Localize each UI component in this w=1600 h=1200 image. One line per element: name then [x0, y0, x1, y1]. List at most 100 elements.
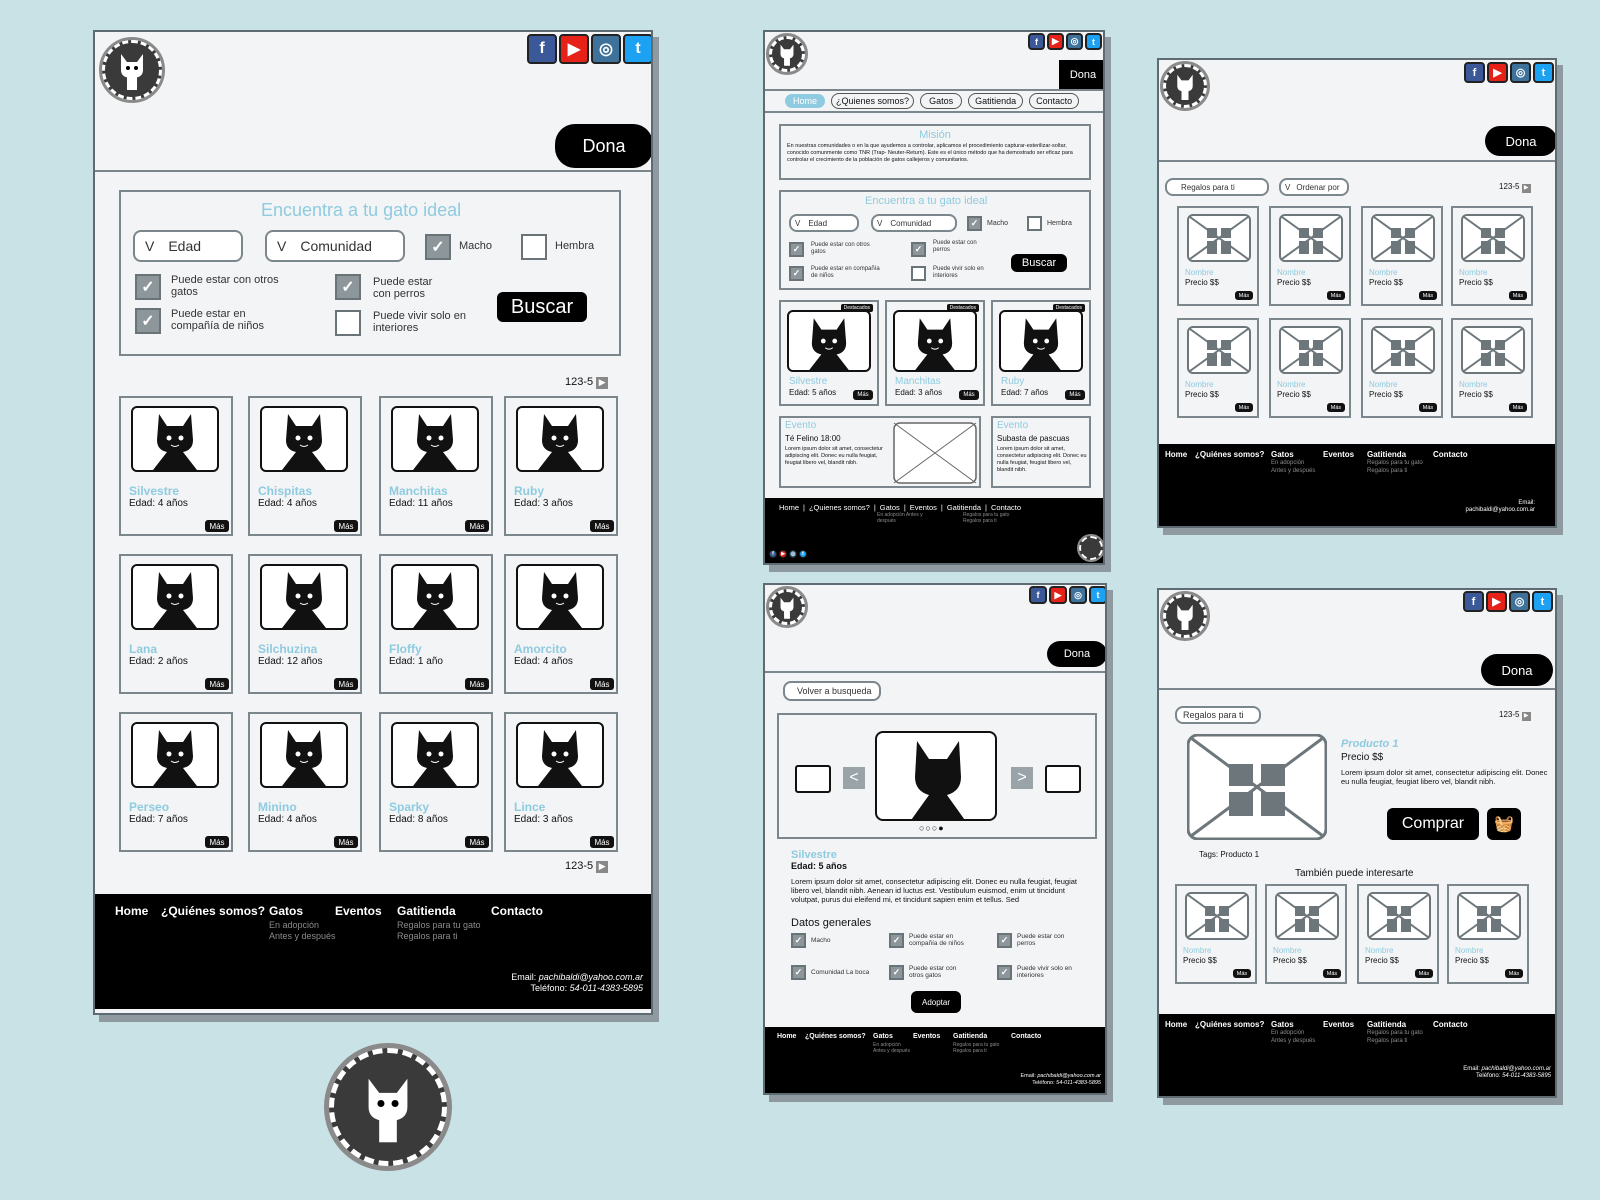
perros-checkbox[interactable]: ✓ — [911, 242, 926, 257]
cat-card[interactable]: Ruby Edad: 3 años Más — [504, 396, 618, 536]
footer-contacto[interactable]: Contacto — [1433, 1020, 1468, 1029]
mas-button[interactable]: Más — [1415, 969, 1433, 978]
footer-gatitienda[interactable]: Gatitienda — [1367, 1020, 1406, 1029]
cat-card[interactable]: Minino Edad: 4 años Más — [248, 712, 362, 852]
pagination[interactable]: 123-5 ▶ — [1499, 710, 1531, 721]
footer-eventos[interactable]: Eventos — [1323, 450, 1354, 459]
cat-card[interactable]: Floffy Edad: 1 año Más — [379, 554, 493, 694]
mas-button[interactable]: Más — [1505, 969, 1523, 978]
instagram-icon[interactable]: ◎ — [1510, 62, 1531, 83]
hembra-checkbox[interactable] — [1027, 216, 1042, 231]
footer-home[interactable]: Home — [1165, 1020, 1187, 1029]
next-page-icon[interactable]: ▶ — [596, 377, 609, 389]
youtube-icon[interactable]: ▶ — [1049, 586, 1067, 604]
nav-home[interactable]: Home — [785, 94, 826, 108]
footer-gatos[interactable]: Gatos — [1271, 1020, 1294, 1029]
comunidad-dropdown[interactable]: V Comunidad — [265, 230, 405, 262]
footer-gatos[interactable]: Gatos — [269, 904, 303, 918]
footer-regalos-gato[interactable]: Regalos para tu gato — [397, 920, 481, 931]
macho-checkbox[interactable]: ✓ — [425, 234, 451, 260]
product-card[interactable]: Nombre Precio $$ Más — [1361, 318, 1443, 418]
email-value[interactable]: pachibaldi@yahoo.com.ar — [1466, 507, 1535, 514]
product-card[interactable]: Nombre Precio $$ Más — [1177, 318, 1259, 418]
related-product-card[interactable]: Nombre Precio $$ Más — [1265, 884, 1347, 984]
cat-card[interactable]: Silvestre Edad: 4 años Más — [119, 396, 233, 536]
logo[interactable] — [766, 33, 808, 75]
footer-regalos-ti[interactable]: Regalos para ti — [1367, 468, 1423, 476]
footer-regalos-ti[interactable]: Regalos para ti — [1367, 1038, 1423, 1046]
footer-contacto[interactable]: Contacto — [991, 503, 1021, 512]
footer-regalos-ti[interactable]: Regalos para ti — [397, 931, 481, 942]
donate-button[interactable]: Dona — [1059, 60, 1103, 90]
facebook-icon[interactable]: f — [769, 550, 777, 558]
mas-button[interactable]: Más — [1509, 291, 1527, 300]
mas-button[interactable]: Más — [590, 836, 614, 848]
macho-checkbox[interactable]: ✓ — [967, 216, 982, 231]
twitter-icon[interactable]: t — [1533, 62, 1554, 83]
otros-gatos-checkbox[interactable]: ✓ — [135, 274, 161, 300]
prev-arrow-icon[interactable]: < — [843, 767, 865, 789]
mas-button[interactable]: Más — [205, 678, 229, 690]
logo[interactable] — [99, 37, 165, 103]
product-card[interactable]: Nombre Precio $$ Más — [1361, 206, 1443, 306]
footer-en-adopcion[interactable]: En adopción — [269, 920, 336, 931]
footer-eventos[interactable]: Eventos — [335, 904, 382, 918]
gallery-dots[interactable]: ○○○● — [919, 823, 945, 833]
nav-contacto[interactable]: Contacto — [1029, 93, 1080, 109]
footer-regalos-ti[interactable]: Regalos para ti — [953, 1048, 999, 1054]
footer-gatitienda[interactable]: Gatitienda — [1367, 450, 1406, 459]
footer-antes-despues[interactable]: Antes y después — [1271, 1038, 1315, 1046]
cat-card[interactable]: Manchitas Edad: 11 años Más — [379, 396, 493, 536]
product-card[interactable]: Nombre Precio $$ Más — [1269, 318, 1351, 418]
footer-gatitienda[interactable]: Gatitienda — [397, 904, 456, 918]
product-card[interactable]: Nombre Precio $$ Más — [1451, 318, 1533, 418]
cat-card[interactable]: Perseo Edad: 7 años Más — [119, 712, 233, 852]
facebook-icon[interactable]: f — [527, 34, 557, 64]
footer-home[interactable]: Home — [1165, 450, 1187, 459]
regalos-filter[interactable]: Regalos para ti — [1175, 706, 1261, 724]
donate-button[interactable]: Dona — [555, 124, 651, 168]
footer-home[interactable]: Home — [779, 503, 799, 512]
youtube-icon[interactable]: ▶ — [559, 34, 589, 64]
youtube-icon[interactable]: ▶ — [1047, 33, 1064, 50]
gallery-thumb[interactable] — [795, 765, 831, 793]
adoptar-button[interactable]: Adoptar — [911, 991, 961, 1013]
footer-gatos[interactable]: Gatos — [873, 1033, 893, 1040]
footer-antes-despues[interactable]: Antes y después — [1271, 468, 1315, 476]
mas-button[interactable]: Más — [1233, 969, 1251, 978]
twitter-icon[interactable]: t — [623, 34, 651, 64]
footer-quienes[interactable]: ¿Quiénes somos? — [1195, 450, 1264, 459]
product-card[interactable]: Nombre Precio $$ Más — [1177, 206, 1259, 306]
facebook-icon[interactable]: f — [1029, 586, 1047, 604]
related-product-card[interactable]: Nombre Precio $$ Más — [1357, 884, 1439, 984]
footer-gatitienda[interactable]: Gatitienda — [947, 503, 981, 512]
footer-antes-despues[interactable]: Antes y después — [269, 931, 336, 942]
twitter-icon[interactable]: t — [799, 550, 807, 558]
nav-gatitienda[interactable]: Gatitienda — [968, 93, 1024, 109]
email-value[interactable]: pachibaldi@yahoo.com.ar — [539, 972, 643, 982]
instagram-icon[interactable]: ◎ — [789, 550, 797, 558]
footer-gatos[interactable]: Gatos — [880, 503, 900, 512]
cat-card[interactable]: Chispitas Edad: 4 años Más — [248, 396, 362, 536]
mas-button[interactable]: Más — [959, 390, 979, 400]
mas-button[interactable]: Más — [1065, 390, 1085, 400]
footer-antes-despues[interactable]: Antes y después — [873, 1048, 910, 1054]
comunidad-dropdown[interactable]: V Comunidad — [871, 214, 957, 232]
next-page-icon[interactable]: ▶ — [596, 861, 609, 873]
twitter-icon[interactable]: t — [1089, 586, 1105, 604]
nav-quienes[interactable]: ¿Quienes somos? — [831, 93, 915, 109]
footer-quienes[interactable]: ¿Quiénes somos? — [805, 1033, 866, 1040]
footer-contacto[interactable]: Contacto — [1011, 1033, 1041, 1040]
edad-dropdown[interactable]: V Edad — [789, 214, 859, 232]
instagram-icon[interactable]: ◎ — [1069, 586, 1087, 604]
footer-eventos[interactable]: Eventos — [1323, 1020, 1354, 1029]
mas-button[interactable]: Más — [205, 520, 229, 532]
interiores-checkbox[interactable] — [911, 266, 926, 281]
twitter-icon[interactable]: t — [1532, 591, 1553, 612]
next-arrow-icon[interactable]: > — [1011, 767, 1033, 789]
product-card[interactable]: Nombre Precio $$ Más — [1269, 206, 1351, 306]
interiores-checkbox[interactable] — [335, 310, 361, 336]
event-card[interactable]: Evento Té Felino 18:00 Lorem ipsum dolor… — [779, 416, 981, 488]
email-value[interactable]: pachibaldi@yahoo.com.ar — [1037, 1073, 1101, 1079]
mas-button[interactable]: Más — [1327, 403, 1345, 412]
